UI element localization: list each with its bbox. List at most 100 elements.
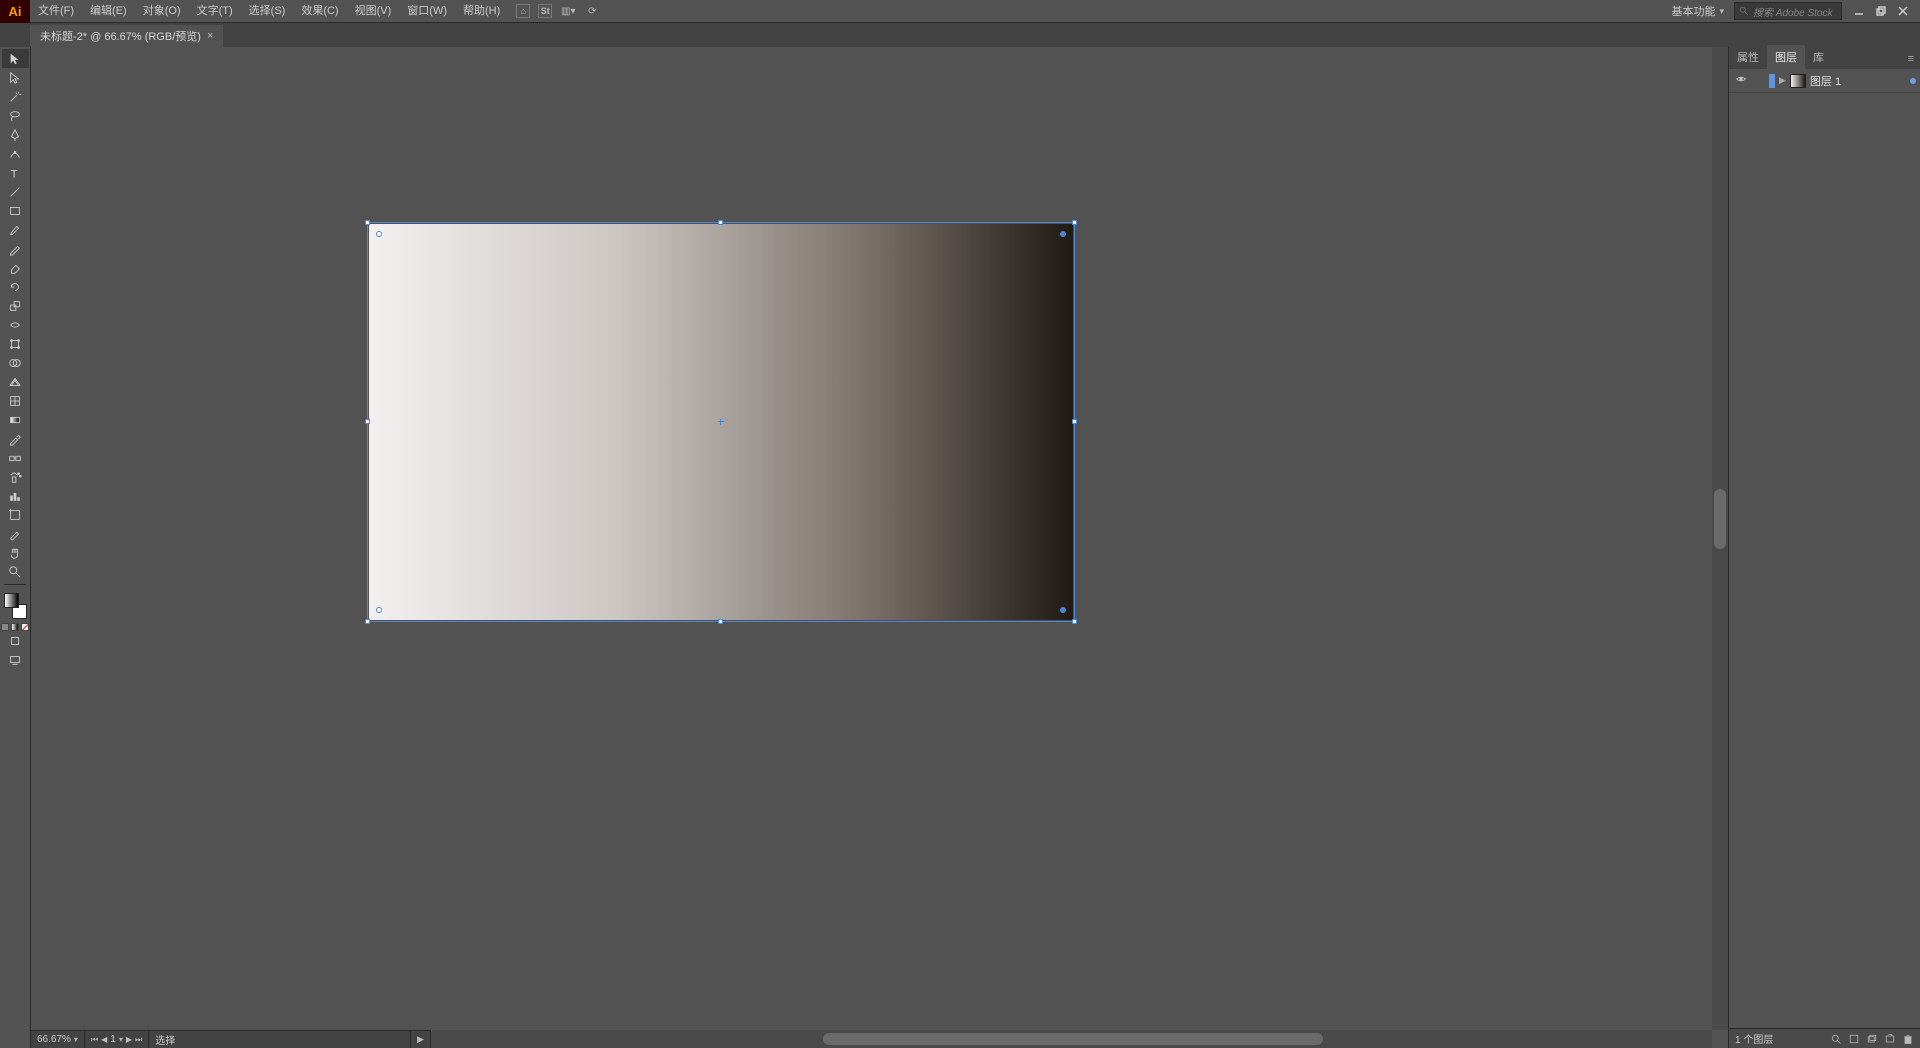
- menu-object[interactable]: 对象(O): [135, 0, 189, 23]
- scale-tool[interactable]: [2, 296, 29, 315]
- artboard-nav[interactable]: ⏮ ◀ 1 ▾ ▶ ⏭: [85, 1031, 149, 1048]
- symbol-sprayer-tool[interactable]: [2, 467, 29, 486]
- vertical-scrollbar[interactable]: [1712, 47, 1728, 1030]
- menu-select[interactable]: 选择(S): [241, 0, 294, 23]
- new-sublayer-icon[interactable]: [1866, 1033, 1878, 1045]
- fill-stroke-swatch[interactable]: [2, 591, 29, 621]
- close-icon[interactable]: ×: [207, 30, 213, 42]
- gpu-icon[interactable]: ⟳: [584, 3, 600, 19]
- pen-tool[interactable]: [2, 125, 29, 144]
- last-artboard-icon[interactable]: ⏭: [135, 1035, 142, 1045]
- fill-swatch[interactable]: [4, 593, 19, 608]
- next-artboard-icon[interactable]: ▶: [126, 1035, 132, 1044]
- handle-tr[interactable]: [1072, 220, 1077, 225]
- live-corner-tr[interactable]: [1060, 231, 1066, 237]
- eyedropper-tool[interactable]: [2, 429, 29, 448]
- live-corner-tl[interactable]: [376, 231, 382, 237]
- search-placeholder: 搜索 Adobe Stock: [1753, 4, 1832, 19]
- color-mode[interactable]: [1, 623, 9, 631]
- horizontal-scrollbar[interactable]: [231, 1030, 1712, 1048]
- selected-object[interactable]: [367, 222, 1075, 622]
- search-stock[interactable]: 搜索 Adobe Stock: [1734, 2, 1842, 20]
- column-graph-tool[interactable]: [2, 486, 29, 505]
- handle-tm[interactable]: [718, 220, 723, 225]
- tab-layers[interactable]: 图层: [1767, 45, 1805, 69]
- free-transform-tool[interactable]: [2, 334, 29, 353]
- selection-indicator[interactable]: [1910, 78, 1916, 84]
- magic-wand-tool[interactable]: [2, 87, 29, 106]
- gradient-mode[interactable]: [11, 623, 19, 631]
- workspace-switcher[interactable]: 基本功能 ▾: [1667, 3, 1728, 19]
- layer-count: 1 个图层: [1735, 1031, 1773, 1046]
- prev-artboard-icon[interactable]: ◀: [101, 1035, 107, 1044]
- stock-icon[interactable]: St: [538, 4, 552, 18]
- tab-libraries[interactable]: 库: [1805, 45, 1832, 69]
- shape-builder-tool[interactable]: [2, 353, 29, 372]
- chevron-down-icon: ▾: [74, 1035, 78, 1044]
- window-restore[interactable]: [1870, 2, 1892, 20]
- width-tool[interactable]: [2, 315, 29, 334]
- rectangle-tool[interactable]: [2, 201, 29, 220]
- tools-panel: T: [0, 47, 31, 1048]
- status-bar: 66.67% ▾ ⏮ ◀ 1 ▾ ▶ ⏭ 选择 ▶: [31, 1030, 431, 1048]
- eraser-tool[interactable]: [2, 258, 29, 277]
- handle-bm[interactable]: [718, 619, 723, 624]
- rotate-tool[interactable]: [2, 277, 29, 296]
- pencil-tool[interactable]: [2, 239, 29, 258]
- artboard-tool[interactable]: [2, 505, 29, 524]
- menu-edit[interactable]: 编辑(E): [82, 0, 135, 23]
- live-corner-br[interactable]: [1060, 607, 1066, 613]
- live-corner-bl[interactable]: [376, 607, 382, 613]
- slice-tool[interactable]: [2, 524, 29, 543]
- handle-bl[interactable]: [365, 619, 370, 624]
- disclosure-icon[interactable]: ▶: [1779, 75, 1786, 86]
- go-home-icon[interactable]: ⌂: [516, 4, 530, 18]
- window-close[interactable]: [1892, 2, 1914, 20]
- menu-effect[interactable]: 效果(C): [293, 0, 346, 23]
- layers-panel-status: 1 个图层: [1729, 1028, 1920, 1048]
- status-tool: 选择: [149, 1031, 411, 1048]
- paintbrush-tool[interactable]: [2, 220, 29, 239]
- first-artboard-icon[interactable]: ⏮: [91, 1035, 98, 1045]
- menu-help[interactable]: 帮助(H): [455, 0, 508, 23]
- menu-view[interactable]: 视图(V): [347, 0, 400, 23]
- mesh-tool[interactable]: [2, 391, 29, 410]
- handle-mr[interactable]: [1072, 419, 1077, 424]
- document-tab[interactable]: 未标题-2* @ 66.67% (RGB/预览) ×: [30, 25, 223, 47]
- handle-br[interactable]: [1072, 619, 1077, 624]
- hand-tool[interactable]: [2, 543, 29, 562]
- lasso-tool[interactable]: [2, 106, 29, 125]
- zoom-tool[interactable]: [2, 562, 29, 581]
- draw-mode[interactable]: [2, 631, 29, 650]
- perspective-grid-tool[interactable]: [2, 372, 29, 391]
- type-tool[interactable]: T: [2, 163, 29, 182]
- handle-ml[interactable]: [365, 419, 370, 424]
- menu-file[interactable]: 文件(F): [30, 0, 82, 23]
- layer-row[interactable]: ▶ 图层 1: [1729, 69, 1920, 93]
- menu-window[interactable]: 窗口(W): [399, 0, 455, 23]
- screen-mode[interactable]: [2, 650, 29, 669]
- make-clip-icon[interactable]: [1848, 1033, 1860, 1045]
- selection-tool[interactable]: [2, 49, 29, 68]
- canvas[interactable]: 66.67% ▾ ⏮ ◀ 1 ▾ ▶ ⏭ 选择 ▶: [31, 47, 1728, 1048]
- arrange-docs-icon[interactable]: ▥▾: [560, 3, 576, 19]
- status-play[interactable]: ▶: [411, 1031, 431, 1048]
- blend-tool[interactable]: [2, 448, 29, 467]
- menu-type[interactable]: 文字(T): [189, 0, 241, 23]
- visibility-toggle[interactable]: [1733, 73, 1749, 88]
- menu-bar: Ai 文件(F) 编辑(E) 对象(O) 文字(T) 选择(S) 效果(C) 视…: [0, 0, 1920, 23]
- line-segment-tool[interactable]: [2, 182, 29, 201]
- curvature-tool[interactable]: [2, 144, 29, 163]
- tab-properties[interactable]: 属性: [1729, 45, 1767, 69]
- zoom-level[interactable]: 66.67% ▾: [31, 1031, 85, 1048]
- window-minimize[interactable]: [1848, 2, 1870, 20]
- new-layer-icon[interactable]: [1884, 1033, 1896, 1045]
- locate-object-icon[interactable]: [1830, 1033, 1842, 1045]
- gradient-tool[interactable]: [2, 410, 29, 429]
- none-mode[interactable]: [21, 623, 29, 631]
- handle-tl[interactable]: [365, 220, 370, 225]
- panel-menu-icon[interactable]: ≡: [1902, 49, 1920, 69]
- direct-selection-tool[interactable]: [2, 68, 29, 87]
- delete-layer-icon[interactable]: [1902, 1033, 1914, 1045]
- layer-name[interactable]: 图层 1: [1810, 73, 1841, 89]
